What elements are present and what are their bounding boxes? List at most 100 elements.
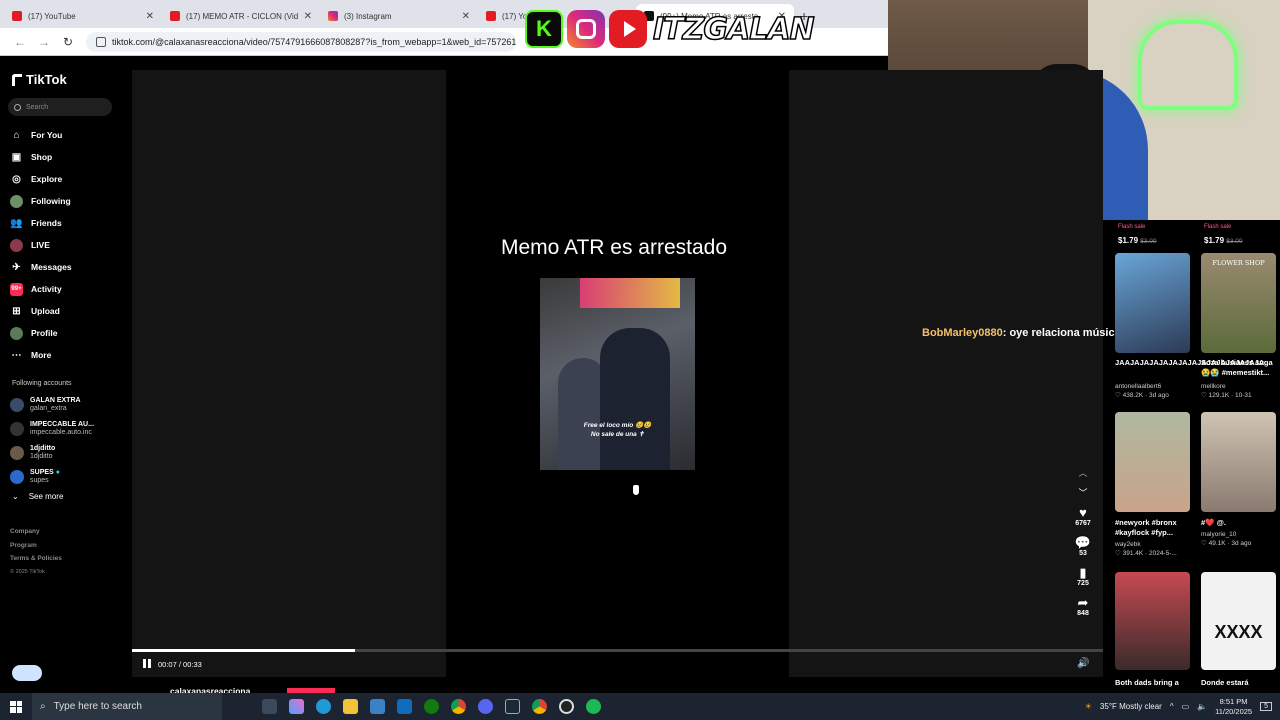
task-view-icon[interactable]	[262, 699, 277, 714]
like-count: 6767	[1075, 520, 1091, 527]
weather-text[interactable]: 35°F Mostly clear	[1100, 702, 1162, 711]
taskbar-search[interactable]: ⌕ Type here to search	[32, 693, 222, 720]
bookmark-button[interactable]: ▮ 725	[1069, 566, 1097, 588]
grid-video-title[interactable]: Soza business suga 😭😭 #memestikt...	[1201, 358, 1279, 377]
obs-icon[interactable]	[559, 699, 574, 714]
address-bar[interactable]: tiktok.com/@calaxanasreacciona/video/757…	[86, 31, 516, 52]
search-input[interactable]: Search	[8, 98, 112, 116]
sidebar-item-following[interactable]: Following	[10, 190, 120, 212]
close-tab-icon[interactable]: ✕	[462, 11, 470, 22]
url-text: tiktok.com/@calaxanasreacciona/video/757…	[112, 36, 516, 47]
volume-icon[interactable]: 🔊	[1077, 658, 1089, 669]
pause-icon[interactable]	[143, 659, 153, 669]
avatar	[10, 446, 24, 460]
close-tab-icon[interactable]: ✕	[304, 11, 312, 22]
browser-tab[interactable]: (17) MEMO ATR - CICLON (Vid ✕	[162, 4, 320, 28]
video-progress-bar[interactable]	[132, 649, 1103, 652]
file-explorer-icon[interactable]	[343, 699, 358, 714]
flash-sale-label: Flash sale	[1118, 224, 1146, 230]
share-button[interactable]: ➦ 848	[1069, 596, 1097, 618]
verified-icon: ●	[55, 469, 60, 476]
outlook-icon[interactable]	[397, 699, 412, 714]
sidebar-item-shop[interactable]: ▣ Shop	[10, 146, 120, 168]
chrome-icon[interactable]	[451, 699, 466, 714]
sidebar-item-for-you[interactable]: ⌂ For You	[10, 124, 120, 146]
browser-tab[interactable]: (17) YouTube ✕	[4, 4, 162, 28]
volume-icon[interactable]: 🔈	[1197, 702, 1207, 711]
chevron-up-icon[interactable]: ︿	[1069, 466, 1097, 486]
see-more-button[interactable]: ⌄ See more	[12, 492, 63, 501]
footer-link[interactable]: Terms & Policies	[10, 552, 62, 566]
sidebar-item-more[interactable]: ⋯ More	[10, 344, 120, 366]
assistant-toggle-icon[interactable]	[12, 665, 42, 681]
network-icon[interactable]: ▭	[1182, 702, 1190, 711]
sidebar-item-activity[interactable]: 99+ Activity	[10, 278, 120, 300]
sidebar-item-upload[interactable]: ⊞ Upload	[10, 300, 120, 322]
activity-icon: 99+	[10, 282, 23, 296]
account-item[interactable]: GALAN EXTRA galan_extra	[10, 393, 120, 417]
chevron-up-icon[interactable]: ^	[1170, 702, 1174, 711]
xbox-icon[interactable]	[424, 699, 439, 714]
account-item[interactable]: 1djditto 1djditto	[10, 441, 120, 465]
taskbar-clock[interactable]: 8:51 PM 11/20/2025	[1215, 697, 1252, 717]
video-thumbnail[interactable]	[1115, 572, 1190, 670]
notification-icon[interactable]: 5	[1260, 702, 1272, 711]
chrome-icon[interactable]	[532, 699, 547, 714]
grid-video-title[interactable]: #newyork #bronx #kayflock #fyp...	[1115, 518, 1193, 537]
account-item[interactable]: IMPECCABLE AU... impeccable.auto.inc	[10, 417, 120, 441]
grid-video-title[interactable]: #❤️ @.	[1201, 518, 1279, 528]
steam-icon[interactable]	[505, 699, 520, 714]
reload-icon[interactable]: ↻	[56, 35, 80, 49]
sidebar-item-label: Activity	[31, 284, 62, 294]
video-progress-fill	[132, 649, 356, 652]
grid-video-title[interactable]: Donde estará	[1201, 678, 1279, 688]
sidebar-item-friends[interactable]: 👥 Friends	[10, 212, 120, 234]
grid-video-title[interactable]: JAAJAJAJAJAJAJAJAJAJAJAJAJAJAJA...	[1115, 358, 1270, 368]
back-icon[interactable]: ←	[8, 35, 32, 49]
compass-icon: ◎	[12, 173, 21, 185]
sidebar-item-profile[interactable]: Profile	[10, 322, 120, 344]
start-button[interactable]	[0, 700, 32, 713]
sidebar-item-explore[interactable]: ◎ Explore	[10, 168, 120, 190]
video-actions: ︿ ﹀ ♥ 6767 💬 53 ▮ 725 ➦ 848	[1069, 466, 1097, 626]
video-thumbnail[interactable]: FLOWER SHOP	[1201, 253, 1276, 353]
like-button[interactable]: ♥ 6767	[1069, 506, 1097, 528]
chevron-down-icon[interactable]: ﹀	[1069, 486, 1097, 506]
site-info-icon[interactable]	[96, 36, 106, 47]
system-tray: ☀ 35°F Mostly clear ^ ▭ 🔈 8:51 PM 11/20/…	[1085, 693, 1280, 720]
edge-icon[interactable]	[316, 699, 331, 714]
avatar	[10, 470, 24, 484]
browser-tab[interactable]: (3) Instagram ✕	[320, 4, 478, 28]
footer-link[interactable]: Program	[10, 539, 62, 553]
clock-date: 11/20/2025	[1215, 706, 1253, 716]
close-tab-icon[interactable]: ✕	[146, 11, 154, 22]
video-thumbnail[interactable]: XXXX	[1201, 572, 1276, 670]
account-item[interactable]: SUPES ● supes	[10, 465, 120, 489]
avatar	[10, 398, 24, 412]
comment-count: 53	[1079, 550, 1087, 557]
video-thumbnail[interactable]	[1115, 412, 1190, 512]
tiktok-logo[interactable]: TikTok	[12, 72, 67, 87]
shop-price[interactable]: $1.79 $3.00	[1204, 236, 1243, 245]
copilot-icon[interactable]	[289, 699, 304, 714]
grid-video-title[interactable]: Both dads bring a	[1115, 678, 1193, 688]
sidebar-item-live[interactable]: LIVE	[10, 234, 120, 256]
forward-icon[interactable]: →	[32, 35, 56, 49]
spotify-icon[interactable]	[586, 699, 601, 714]
sidebar-item-messages[interactable]: ✈ Messages	[10, 256, 120, 278]
account-handle: galan_extra	[30, 405, 67, 412]
store-icon[interactable]	[370, 699, 385, 714]
old-price: $3.00	[1226, 238, 1243, 245]
weather-icon[interactable]: ☀	[1085, 702, 1092, 711]
grid-video-stats: ♡ 391.4K · 2024-5-...	[1115, 550, 1177, 557]
discord-icon[interactable]	[478, 699, 493, 714]
comment-button[interactable]: 💬 53	[1069, 536, 1097, 558]
search-placeholder: Search	[26, 103, 49, 111]
footer-link[interactable]: Company	[10, 525, 62, 539]
following-accounts-list: GALAN EXTRA galan_extra IMPECCABLE AU... i…	[10, 393, 120, 489]
sidebar-item-label: Friends	[31, 218, 62, 228]
shop-price[interactable]: $1.79 $3.00	[1118, 236, 1157, 245]
video-caption-line: Free el loco mío 😢😢	[583, 422, 652, 429]
video-thumbnail[interactable]	[1115, 253, 1190, 353]
video-thumbnail[interactable]	[1201, 412, 1276, 512]
